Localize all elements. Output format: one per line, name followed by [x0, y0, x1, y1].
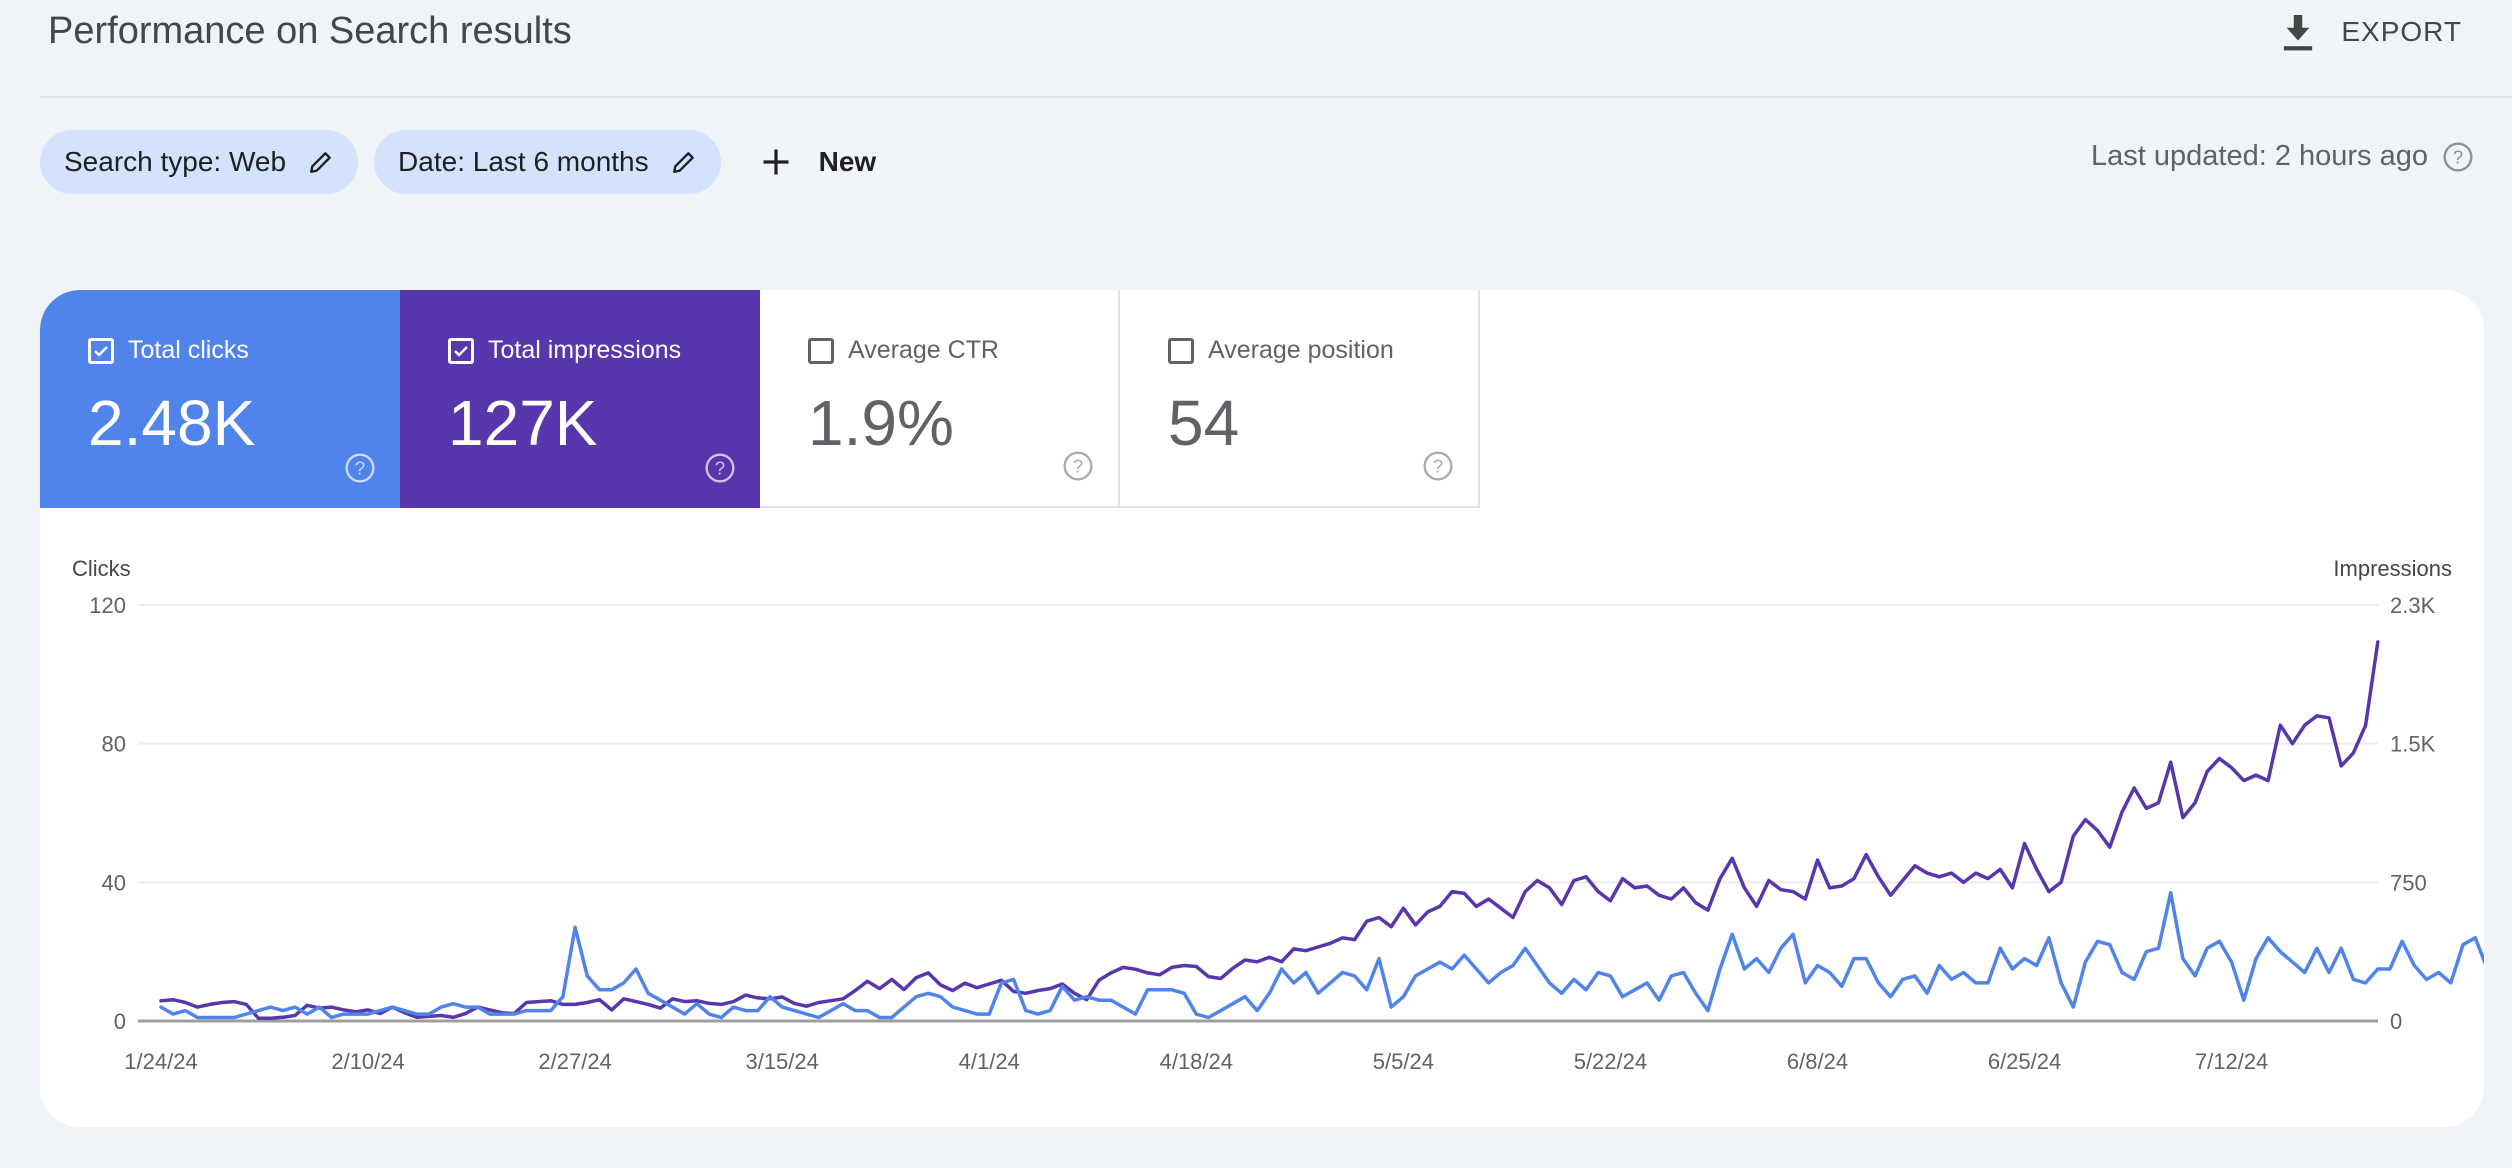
y-tick-label: 80	[102, 732, 126, 757]
x-tick-label: 4/18/24	[1160, 1049, 1233, 1074]
download-icon	[2284, 15, 2313, 51]
chip-label: Search type: Web	[64, 146, 287, 177]
date-range-chip[interactable]: Date: Last 6 months	[374, 130, 721, 194]
last-updated-text: Last updated: 2 hours ago	[2091, 140, 2428, 172]
page-title: Performance on Search results	[48, 10, 572, 52]
x-tick-label: 3/15/24	[745, 1049, 818, 1074]
help-icon[interactable]: ?	[2442, 141, 2474, 173]
filter-bar: Search type: Web Date: Last 6 months New	[40, 130, 876, 194]
line-chart[interactable]: 0 40 80 120 0 750 1.5K 2.3K 1/24/24 2/10/24 2/27/2…	[40, 290, 2484, 1127]
x-tick-label: 5/5/24	[1373, 1049, 1434, 1074]
x-tick-label: 2/27/24	[538, 1049, 611, 1074]
series-line-impressions	[159, 640, 2380, 1020]
x-tick-label: 7/12/24	[2195, 1049, 2268, 1074]
new-filter-button[interactable]: New	[761, 146, 877, 178]
performance-card: Total clicks 2.48K ? Total impressions 1…	[40, 290, 2484, 1127]
last-updated: Last updated: 2 hours ago ?	[2091, 140, 2474, 173]
y-tick-label: 0	[114, 1009, 126, 1034]
new-label: New	[818, 146, 877, 177]
chip-label: Date: Last 6 months	[398, 146, 649, 177]
header-divider	[40, 96, 2512, 98]
x-tick-label: 4/1/24	[959, 1049, 1020, 1074]
x-tick-label: 1/24/24	[124, 1049, 197, 1074]
x-tick-label: 6/8/24	[1787, 1049, 1848, 1074]
search-type-chip[interactable]: Search type: Web	[40, 130, 359, 194]
export-label: EXPORT	[2341, 16, 2462, 47]
x-tick-label: 2/10/24	[331, 1049, 404, 1074]
y2-tick-label: 1.5K	[2390, 732, 2436, 757]
y2-tick-label: 0	[2390, 1009, 2402, 1034]
export-button[interactable]: EXPORT	[2281, 10, 2462, 54]
performance-chart: Clicks Impressions 0 40 80 120 0 750 1.5K 2.3K 1…	[40, 290, 2484, 1127]
svg-text:?: ?	[2453, 146, 2463, 167]
y2-tick-label: 2.3K	[2390, 593, 2436, 618]
edit-icon	[310, 152, 331, 173]
y2-tick-label: 750	[2390, 870, 2427, 895]
y-tick-label: 40	[102, 870, 126, 895]
edit-icon	[672, 152, 694, 173]
x-tick-label: 6/25/24	[1988, 1049, 2061, 1074]
plus-icon	[763, 149, 789, 175]
y-tick-label: 120	[89, 593, 126, 618]
x-tick-label: 5/22/24	[1574, 1049, 1647, 1074]
